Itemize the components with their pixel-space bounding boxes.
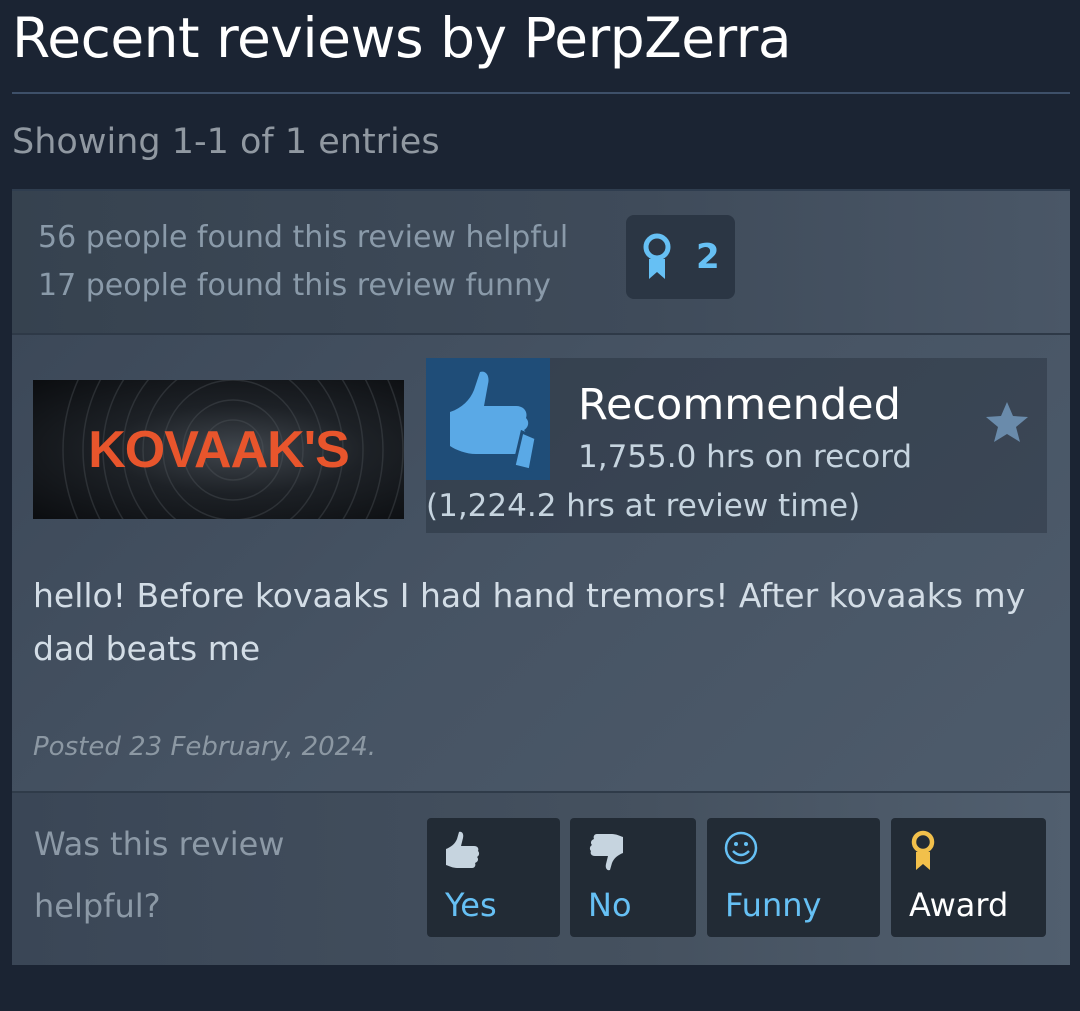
thumbs-down-icon (589, 834, 623, 871)
recommendation-panel: Recommended 1,755.0 hrs on record (1,224… (426, 358, 1047, 533)
review-card: 56 people found this review helpful 17 p… (12, 189, 1070, 965)
game-logo: KOVAAK'S (88, 421, 350, 479)
title-divider (12, 92, 1070, 94)
awards-received-badge[interactable]: 2 (626, 215, 735, 299)
hours-on-record: 1,755.0 hrs on record (578, 439, 913, 475)
funny-count-text: 17 people found this review funny (38, 268, 551, 303)
game-capsule-image[interactable]: KOVAAK'S (33, 380, 404, 519)
page-title: Recent reviews by PerpZerra (12, 6, 792, 70)
smiley-icon (724, 831, 758, 865)
thumbs-up-icon (446, 831, 480, 868)
thumbs-up-icon (450, 371, 538, 472)
give-award-label: Award (909, 886, 1009, 924)
vote-question: Was this review helpful? (34, 825, 285, 925)
recommended-label: Recommended (578, 380, 901, 430)
give-award-button[interactable]: Award (891, 818, 1046, 937)
hours-at-review-time: (1,224.2 hrs at review time) (426, 488, 861, 524)
vote-funny-label: Funny (725, 886, 822, 924)
vote-yes-label: Yes (445, 886, 497, 924)
award-ribbon-icon (911, 830, 935, 870)
review-stats-bar: 56 people found this review helpful 17 p… (12, 191, 1070, 335)
thumbs-up-box (426, 358, 550, 480)
helpful-count-text: 56 people found this review helpful (38, 220, 569, 255)
award-count: 2 (696, 237, 720, 277)
vote-no-label: No (588, 886, 632, 924)
vote-bar: Was this review helpful? Yes No Funny Aw… (12, 791, 1070, 965)
award-ribbon-icon (643, 233, 671, 279)
vote-funny-button[interactable]: Funny (707, 818, 880, 937)
star-icon[interactable] (984, 400, 1030, 446)
posted-date: Posted 23 February, 2024. (33, 732, 377, 762)
entries-count: Showing 1-1 of 1 entries (12, 122, 440, 162)
review-body: hello! Before kovaaks I had hand tremors… (33, 576, 1026, 668)
vote-no-button[interactable]: No (570, 818, 696, 937)
vote-yes-button[interactable]: Yes (427, 818, 560, 937)
